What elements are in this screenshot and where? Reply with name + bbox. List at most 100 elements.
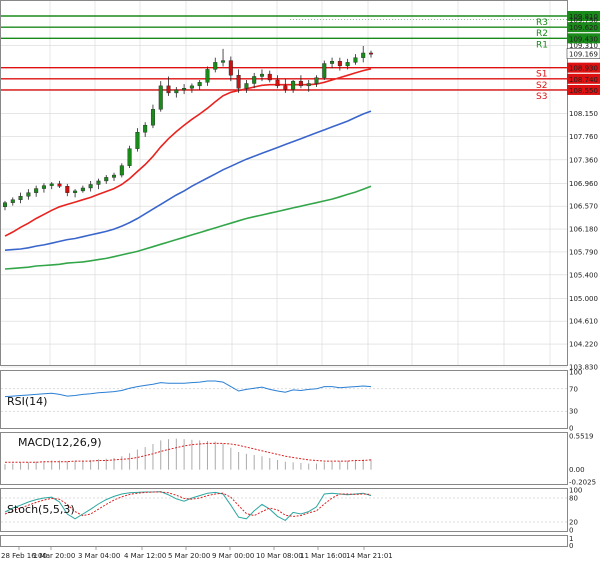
candle-body bbox=[314, 77, 319, 84]
candle-body bbox=[330, 60, 335, 64]
candle-body bbox=[322, 63, 327, 78]
level-tag-r2: 109.620 bbox=[569, 24, 598, 32]
blank-tick-label: 0 bbox=[569, 542, 573, 550]
candle-body bbox=[127, 148, 132, 166]
candle-body bbox=[213, 62, 218, 70]
candle-body bbox=[298, 80, 303, 87]
candle-body bbox=[41, 185, 46, 189]
chart-canvas: 109.810109.310108.930108.540108.150107.7… bbox=[0, 0, 600, 560]
rsi-tick-label: 0 bbox=[569, 425, 573, 433]
candle-body bbox=[112, 174, 117, 178]
candle-body bbox=[73, 190, 78, 193]
candle-body bbox=[3, 202, 7, 207]
rsi-tick-label: 100 bbox=[569, 369, 582, 377]
rsi-line bbox=[4, 380, 372, 398]
candle-body bbox=[135, 132, 140, 149]
candle-body bbox=[65, 186, 70, 193]
stoch-tick-label: 20 bbox=[569, 519, 578, 527]
candle-body bbox=[369, 52, 374, 55]
candle-body bbox=[267, 73, 272, 81]
candle-body bbox=[197, 82, 202, 87]
candle-body bbox=[18, 195, 23, 200]
candle-body bbox=[143, 124, 148, 133]
panel-frames bbox=[0, 0, 568, 547]
pivot-levels: R3109.810R2109.620R1109.430S1108.930S210… bbox=[1, 11, 600, 102]
candle-body bbox=[88, 184, 93, 189]
candle-body bbox=[337, 60, 342, 67]
candle-body bbox=[80, 187, 85, 192]
candle-body bbox=[259, 73, 264, 77]
candle-body bbox=[361, 52, 366, 58]
price-tick-label: 107.760 bbox=[569, 133, 598, 141]
candle-body bbox=[26, 192, 31, 197]
candle-body bbox=[205, 69, 210, 83]
candle-body bbox=[221, 60, 226, 63]
level-tag-s2: 108.740 bbox=[569, 76, 598, 84]
time-tick-label: 9 Mar 00:00 bbox=[212, 552, 254, 560]
ma-green-line bbox=[4, 185, 372, 270]
stoch-tick-label: 0 bbox=[569, 527, 573, 535]
time-tick-label: 11 Mar 16:00 bbox=[300, 552, 347, 560]
current-price-label: 109.169 bbox=[569, 51, 598, 59]
price-tick-label: 106.960 bbox=[569, 180, 598, 188]
level-tag-s3: 108.550 bbox=[569, 87, 598, 95]
candle-body bbox=[10, 199, 15, 203]
rsi-tick-label: 70 bbox=[569, 385, 578, 393]
ma-red-line bbox=[4, 68, 372, 237]
price-tick-label: 108.150 bbox=[569, 110, 598, 118]
price-tick-label: 107.360 bbox=[569, 156, 598, 164]
candle-body bbox=[306, 83, 311, 87]
candle-body bbox=[150, 109, 155, 126]
candle-body bbox=[291, 80, 296, 90]
time-tick-label: 14 Mar 21:01 bbox=[346, 552, 393, 560]
candle-body bbox=[96, 180, 101, 185]
time-tick-label: 5 Mar 20:00 bbox=[168, 552, 210, 560]
macd-tick-label: 0.00 bbox=[569, 466, 585, 474]
candle-body bbox=[283, 85, 288, 90]
candle-body bbox=[182, 87, 187, 91]
candle-body bbox=[104, 177, 109, 182]
price-tick-label: 105.400 bbox=[569, 271, 598, 279]
rsi-label: RSI(14) bbox=[7, 395, 47, 408]
candle-body bbox=[49, 183, 54, 186]
price-tick-label: 106.570 bbox=[569, 203, 598, 211]
level-name-r1: R1 bbox=[536, 40, 548, 50]
candle-body bbox=[345, 62, 350, 67]
level-tag-r1: 109.430 bbox=[569, 35, 598, 43]
price-tick-label: 105.000 bbox=[569, 295, 598, 303]
candle-body bbox=[119, 165, 124, 176]
price-tick-label: 106.180 bbox=[569, 226, 598, 234]
time-tick-label: 3 Mar 04:00 bbox=[78, 552, 120, 560]
candles bbox=[3, 45, 374, 211]
blank-panel-frame bbox=[0, 535, 568, 547]
rsi-tick-label: 30 bbox=[569, 408, 578, 416]
stoch-panel: 10080 200 bbox=[1, 487, 582, 535]
candle-body bbox=[158, 85, 163, 110]
rsi-panel-frame bbox=[0, 370, 568, 429]
stoch-tick-label: 100 bbox=[569, 487, 582, 495]
price-tick-label: 104.220 bbox=[569, 341, 598, 349]
stoch-tick-label: 80 bbox=[569, 495, 578, 503]
gridlines bbox=[1, 1, 567, 368]
candle-body bbox=[244, 83, 249, 89]
stoch-label: Stoch(5,5,3) bbox=[7, 503, 75, 516]
level-name-s3: S3 bbox=[536, 92, 547, 102]
rsi-panel: 100 70 30 0 bbox=[1, 369, 582, 433]
candle-body bbox=[34, 188, 39, 193]
candle-body bbox=[174, 89, 179, 94]
candle-body bbox=[252, 76, 257, 84]
price-tick-label: 104.610 bbox=[569, 318, 598, 326]
time-tick-label: 10 Mar 08:00 bbox=[256, 552, 303, 560]
time-tick-label: 4 Mar 12:00 bbox=[124, 552, 166, 560]
current-price-tag: 109.169 bbox=[566, 48, 600, 59]
level-extra-label: 109.750 bbox=[569, 17, 598, 25]
price-tick-label: 105.790 bbox=[569, 248, 598, 256]
candle-body bbox=[228, 60, 233, 76]
blank-panel: 10 bbox=[569, 535, 573, 550]
macd-label: MACD(12,26,9) bbox=[18, 436, 102, 449]
macd-tick-label: -0.2025 bbox=[569, 479, 596, 487]
time-tick-label: 1 Mar 20:00 bbox=[33, 552, 75, 560]
candle-body bbox=[236, 75, 241, 89]
moving-averages bbox=[4, 68, 372, 270]
stoch-panel-frame bbox=[0, 488, 568, 532]
